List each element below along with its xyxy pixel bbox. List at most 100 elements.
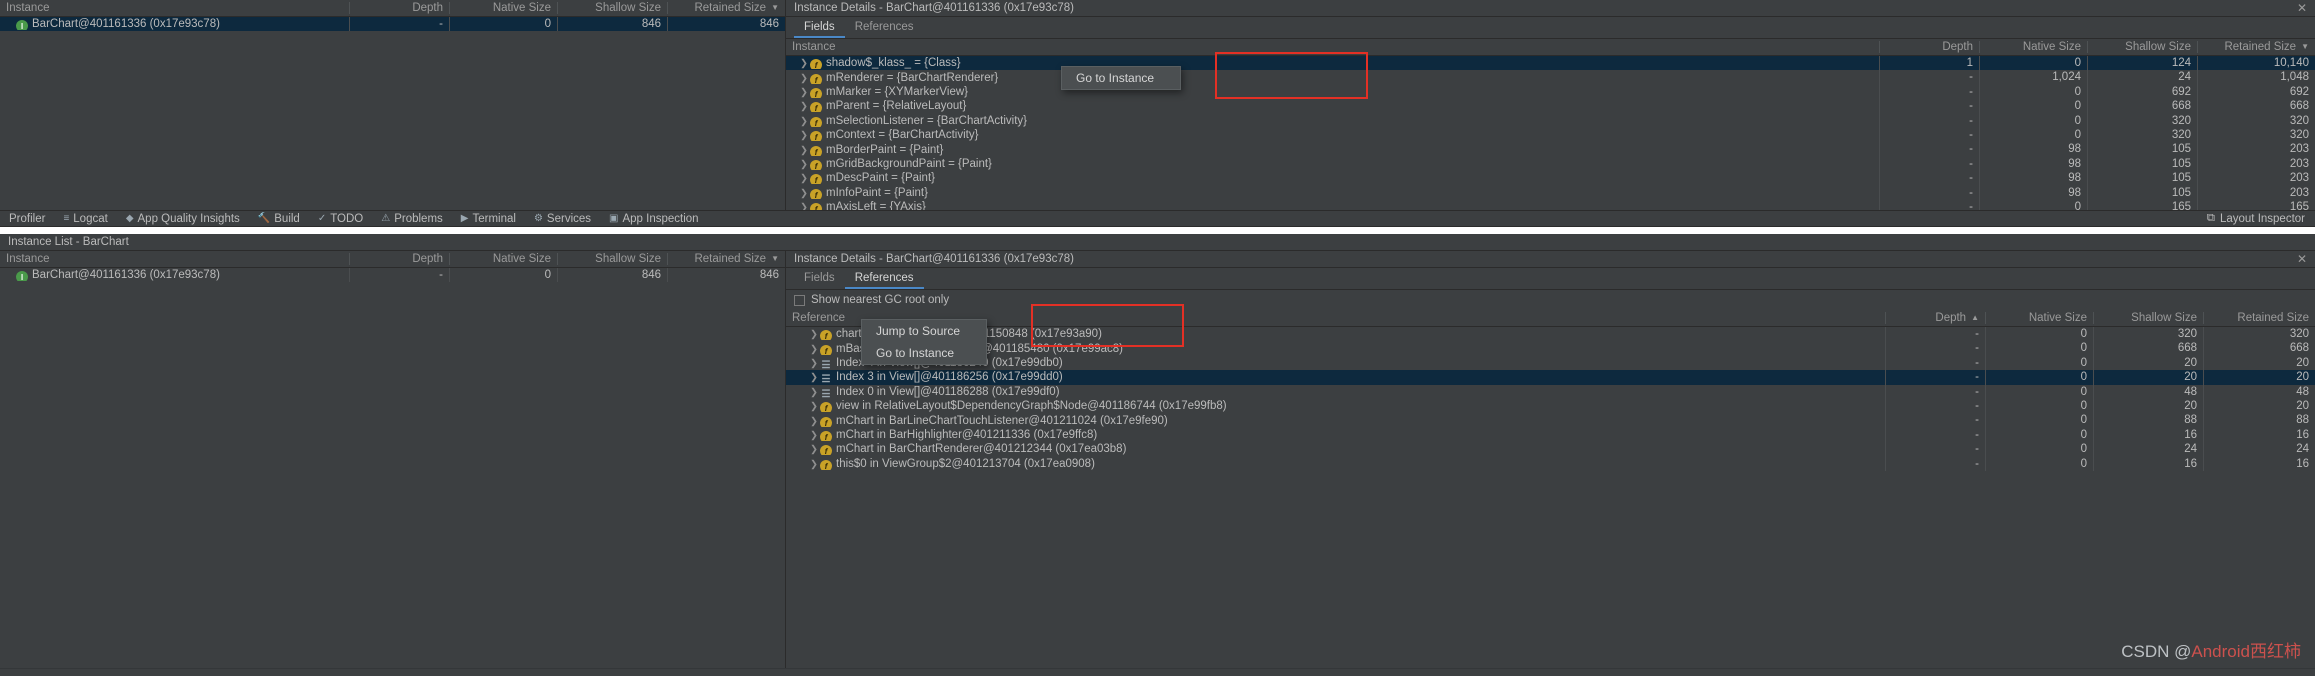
table-row[interactable]: ❯ f mMarker = {XYMarkerView} -0 692 692 [786,84,2315,100]
chevron-right-icon[interactable]: ❯ [808,416,820,427]
col-retained-size[interactable]: Retained Size ▼ [667,2,785,14]
table-row[interactable]: ❯ f mInfoPaint = {Paint} -98 105 203 [786,185,2315,200]
table-row[interactable]: ❯ f mChart in BarLineChartTouchListener@40… [786,413,2315,428]
table-row[interactable]: ❯ f mGridBackgroundPaint = {Paint} -98 105 20… [786,156,2315,172]
context-menu-item-go-to-instance[interactable]: Go to Instance [862,342,986,364]
col-depth[interactable]: Depth [349,2,449,14]
tab-references[interactable]: References [845,17,924,38]
col-native-size[interactable]: Native Size [1985,312,2093,324]
row-retained-size-cell: 88 [2203,413,2315,428]
close-icon[interactable]: ✕ [2297,252,2307,266]
chevron-right-icon[interactable]: ❯ [798,159,810,170]
table-row[interactable]: ❯fchart in BarChartActivity@401150848 (0… [786,327,2315,342]
chevron-right-icon[interactable]: ❯ [798,73,810,84]
col-instance[interactable]: Instance [0,2,349,14]
tool-window-app-quality-insights[interactable]: ◆ App Quality Insights [117,213,249,225]
col-native-size[interactable]: Native Size [1979,41,2087,53]
chevron-right-icon[interactable]: ❯ [808,459,820,470]
table-row[interactable]: ❯ f mRenderer = {BarChartRenderer} -1,024 24… [786,70,2315,85]
chevron-right-icon[interactable]: ❯ [808,444,820,455]
row-depth-cell: - [1879,142,1979,157]
tab-fields[interactable]: Fields [794,17,845,38]
col-instance[interactable]: Instance [0,253,349,265]
col-depth[interactable]: Depth [1879,41,1979,53]
col-native-size[interactable]: Native Size [449,253,557,265]
chevron-right-icon[interactable]: ❯ [798,130,810,141]
row-shallow-size-cell: 20 [2093,370,2203,385]
col-retained-size[interactable]: Retained Size ▼ [2197,41,2315,53]
col-depth[interactable]: Depth ▲ [1885,312,1985,324]
table-row[interactable]: ❯☰Index 4 in View[]@401186240 (0x17e99db… [786,355,2315,371]
table-row[interactable]: I BarChart@401161336 (0x17e93c78) -0 846 846 [0,268,785,283]
bottom-heap-dump-region: Instance Depth Native Size Shallow Size … [0,251,2315,676]
chevron-right-icon[interactable]: ❯ [808,372,820,383]
tool-window-profiler[interactable]: Profiler [0,213,54,225]
chevron-right-icon[interactable]: ❯ [798,116,810,127]
chevron-right-icon[interactable]: ❯ [808,344,820,355]
col-retained-size[interactable]: Retained Size ▼ [667,253,785,265]
table-row[interactable]: I BarChart@401161336 (0x17e93c78) -0 846 846 [0,17,785,32]
row-label: BarChart@401161336 (0x17e93c78) [32,269,220,282]
row-depth-cell: - [1885,341,1985,356]
col-retained-size[interactable]: Retained Size [2203,312,2315,324]
row-depth-cell: - [349,17,449,32]
row-shallow-size-cell: 320 [2087,113,2197,128]
tool-window-logcat[interactable]: ≡ Logcat [54,213,116,225]
row-native-size-cell: 0 [1985,355,2093,371]
row-native-size-cell: 0 [1985,370,2093,385]
tool-window-app-inspection[interactable]: ▣ App Inspection [600,213,708,225]
table-row[interactable]: ❯ ☰ Index 3 in View[]@401186256 (0x17e99dd… [786,370,2315,385]
show-nearest-gc-root-checkbox[interactable] [794,294,805,306]
chevron-right-icon[interactable]: ❯ [808,387,820,398]
table-row[interactable]: ❯ f view in RelativeLayout$DependencyGraph… [786,398,2315,414]
row-retained-size-cell: 203 [2197,156,2315,172]
table-row[interactable]: ❯ f mParent = {RelativeLayout} -0 668 668 [786,99,2315,114]
table-row[interactable]: ❯ f mBorderPaint = {Paint} -98 105 203 [786,142,2315,157]
context-menu-item-jump-to-source[interactable]: Jump to Source [862,320,986,342]
chevron-right-icon[interactable]: ❯ [798,173,810,184]
table-row[interactable]: ❯ f this$0 in ViewGroup$2@401213704 (0x17e… [786,456,2315,471]
col-instance[interactable]: Instance [786,41,1879,53]
field-icon: f [810,102,822,113]
app-inspection-icon: ▣ [609,213,619,224]
chevron-right-icon[interactable]: ❯ [808,358,820,369]
table-row[interactable]: ❯ f mContext = {BarChartActivity} -0 320 320 [786,127,2315,143]
tool-window-terminal[interactable]: ▶ Terminal [452,213,525,225]
col-native-size[interactable]: Native Size [449,2,557,14]
tab-fields[interactable]: Fields [794,268,845,289]
col-shallow-size[interactable]: Shallow Size [2087,41,2197,53]
tool-window-label: TODO [330,212,364,225]
chevron-right-icon[interactable]: ❯ [798,58,810,69]
tool-window-todo[interactable]: ✓ TODO [309,213,372,225]
row-name-cell: ❯ f mChart in BarLineChartTouchListener@40… [786,415,1885,427]
table-row[interactable]: ❯fmBaseline in RelativeLayout@401185480 … [786,341,2315,356]
tab-references[interactable]: References [844,268,924,289]
col-shallow-size[interactable]: Shallow Size [2093,312,2203,324]
chevron-right-icon[interactable]: ❯ [808,430,820,441]
table-row[interactable]: ❯ f mSelectionListener = {BarChartActivity… [786,113,2315,128]
chevron-right-icon[interactable]: ❯ [798,188,810,199]
table-row[interactable]: ❯ f shadow$_klass_ = {Class} 1 0 124 10,140 [786,56,2315,71]
tool-window-build[interactable]: 🔨 Build [249,213,309,225]
layout-inspector-button[interactable]: ⧉ Layout Inspector [2207,212,2315,225]
chevron-right-icon[interactable]: ❯ [798,101,810,112]
table-row[interactable]: ❯ f mDescPaint = {Paint} -98 105 203 [786,171,2315,186]
table-row[interactable]: ❯ ☰ Index 0 in View[]@401186288 (0x17e99df… [786,384,2315,399]
chevron-right-icon[interactable]: ❯ [808,401,820,412]
tool-window-services[interactable]: ⚙ Services [525,213,600,225]
bottom-context-menu[interactable]: Jump to Source Go to Instance [861,319,988,365]
top-context-menu[interactable]: Go to Instance [1061,66,1182,90]
col-depth[interactable]: Depth [349,253,449,265]
table-row[interactable]: ❯ f mChart in BarHighlighter@401211336 (0x… [786,427,2315,443]
table-row[interactable]: ❯ f mChart in BarChartRenderer@401212344 (… [786,442,2315,457]
row-label: mGridBackgroundPaint = {Paint} [826,157,992,170]
chevron-right-icon[interactable]: ❯ [798,87,810,98]
context-menu-item-go-to-instance[interactable]: Go to Instance [1062,67,1180,89]
col-shallow-size[interactable]: Shallow Size [557,253,667,265]
show-nearest-gc-root-row[interactable]: Show nearest GC root only [786,290,2315,310]
tool-window-problems[interactable]: ⚠ Problems [372,213,452,225]
chevron-right-icon[interactable]: ❯ [808,329,820,340]
close-icon[interactable]: ✕ [2297,1,2307,15]
chevron-right-icon[interactable]: ❯ [798,145,810,156]
col-shallow-size[interactable]: Shallow Size [557,2,667,14]
